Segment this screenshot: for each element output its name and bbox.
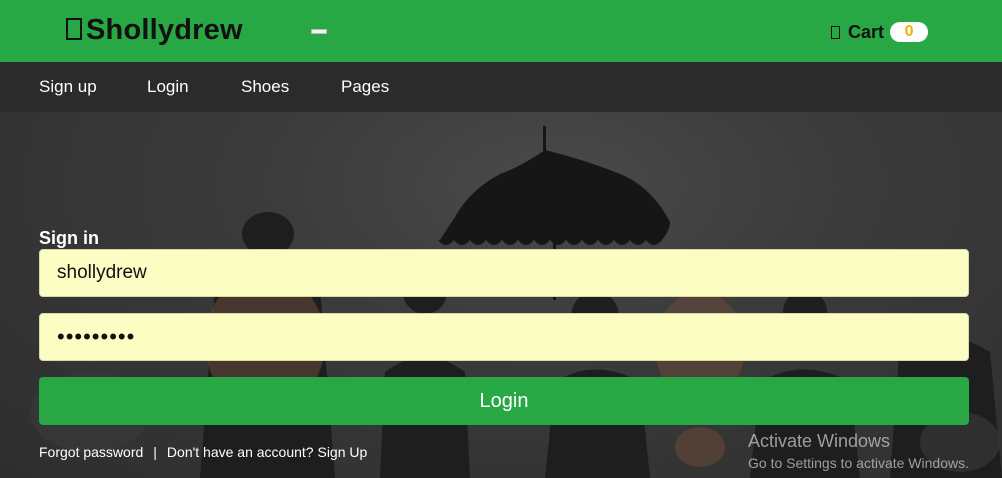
nav-item-login[interactable]: Login [147, 77, 189, 97]
nav-item-shoes[interactable]: Shoes [241, 77, 289, 97]
cart-count-badge: 0 [890, 22, 929, 42]
brand-logo[interactable]: Shollydrew [66, 14, 243, 47]
password-field[interactable]: ••••••••• [39, 313, 969, 361]
navbar-toggle-button[interactable] [311, 29, 327, 34]
cart-icon [831, 25, 840, 39]
windows-activation-watermark: Activate Windows Go to Settings to activ… [748, 431, 969, 471]
top-header: Shollydrew Cart 0 [0, 0, 1002, 62]
cart-label: Cart [848, 21, 885, 42]
nav-item-sign-up[interactable]: Sign up [39, 77, 97, 97]
login-button[interactable]: Login [39, 377, 969, 425]
sign-in-heading: Sign in [39, 228, 99, 248]
footer-separator: | [153, 444, 157, 460]
brand-name: Shollydrew [86, 14, 243, 46]
sign-up-link[interactable]: Don't have an account? Sign Up [167, 444, 367, 460]
form-footer-links: Forgot password | Don't have an account? S… [39, 444, 367, 460]
nav-item-pages[interactable]: Pages [341, 77, 389, 97]
watermark-title: Activate Windows [748, 431, 891, 451]
main-nav: Sign up Login Shoes Pages [0, 62, 1002, 112]
forgot-password-link[interactable]: Forgot password [39, 444, 143, 460]
watermark-subtitle: Go to Settings to activate Windows. [748, 455, 969, 471]
username-field[interactable]: shollydrew [39, 249, 969, 297]
brand-icon [66, 18, 82, 40]
cart-button[interactable]: Cart 0 [831, 21, 929, 43]
